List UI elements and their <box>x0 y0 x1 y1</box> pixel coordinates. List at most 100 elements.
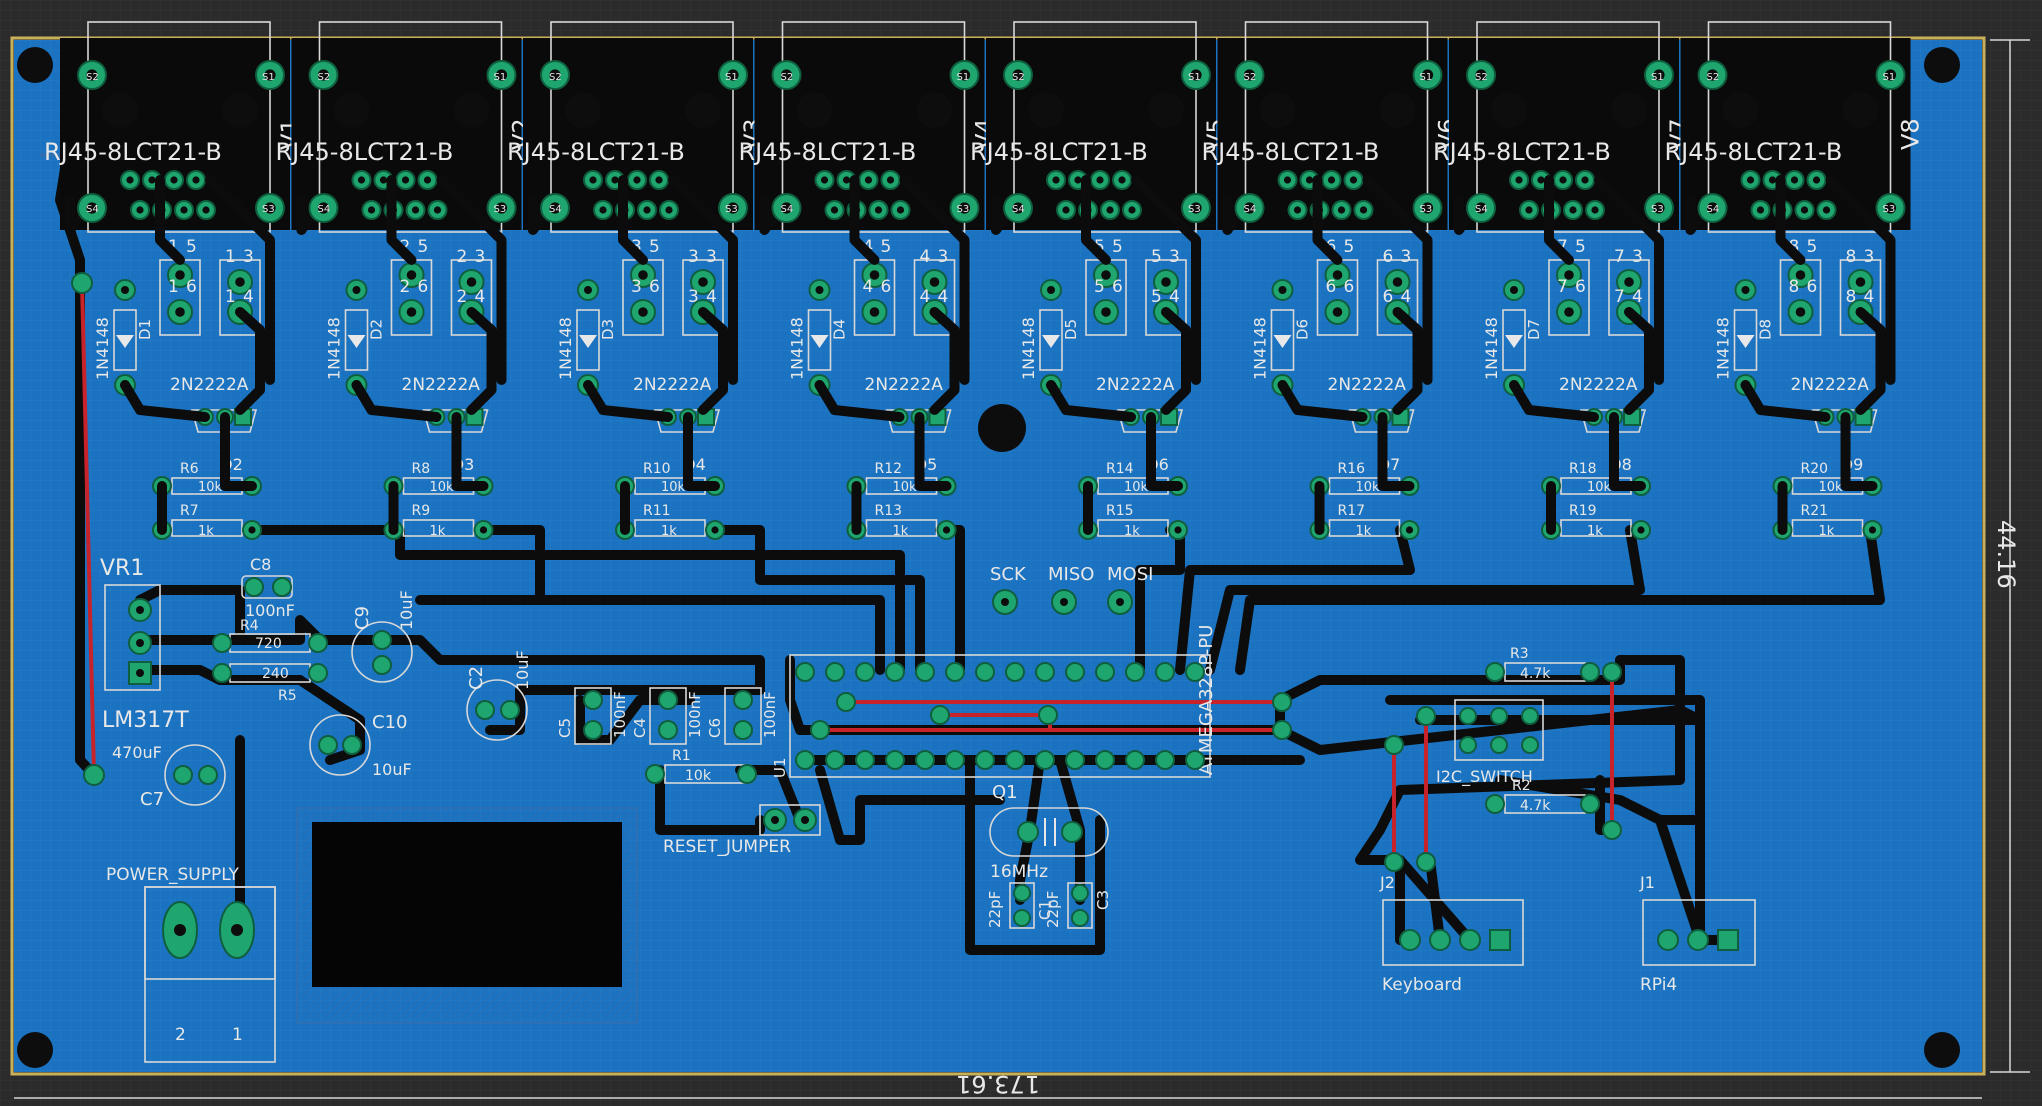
rj45-hole <box>102 92 138 128</box>
pad-number: 1 <box>225 247 236 267</box>
mcu-pin <box>1125 750 1145 770</box>
resistor-ref: R10 <box>643 461 671 477</box>
diode-type: 1N4148 <box>325 317 344 380</box>
pad-number: 2 <box>457 287 468 307</box>
diode-type: 1N4148 <box>1714 317 1733 380</box>
resistor-ref: R6 <box>180 461 199 477</box>
pad-number: 5 <box>649 237 660 257</box>
c10-value: 10uF <box>372 760 412 779</box>
diode-ref: D3 <box>599 319 617 340</box>
r1-value: 10k <box>685 768 712 784</box>
rj45-hole <box>1722 92 1759 128</box>
transistor-type: 2N2222A <box>402 375 481 395</box>
mcu-pin <box>1155 750 1175 770</box>
pad-number: 3 <box>475 247 486 267</box>
diode-ref: D1 <box>136 319 154 340</box>
transistor-type: 2N2222A <box>1096 375 1175 395</box>
pad-number: 5 <box>1575 237 1586 257</box>
mcu-pin <box>795 662 815 682</box>
mounting-hole-tr <box>1924 47 1960 83</box>
pad-label-s4: S4 <box>318 204 331 215</box>
resistor-ref: R20 <box>1801 461 1829 477</box>
pad-number: 2 <box>457 247 468 267</box>
c9-ref: C9 <box>352 606 373 630</box>
center-hole <box>978 404 1026 452</box>
resistor-ref: R21 <box>1801 503 1829 519</box>
mcu-pin <box>1005 750 1025 770</box>
rj45-hole <box>333 92 370 128</box>
c6-value: 100nF <box>761 691 779 738</box>
rj45-hole <box>685 92 721 128</box>
resistor-ref: R16 <box>1338 461 1366 477</box>
rj45-hole <box>1148 92 1184 128</box>
pad-label-s4: S4 <box>549 204 562 215</box>
j2-label: Keyboard <box>1382 975 1462 995</box>
resistor-value: 1k <box>1356 524 1372 539</box>
pad-number: 4 <box>243 287 254 307</box>
mcu-pin <box>825 662 845 682</box>
pad-number: 6 <box>1807 277 1818 297</box>
transistor-type: 2N2222A <box>633 375 712 395</box>
pad-label-s2: S2 <box>318 72 331 83</box>
pad-number: 4 <box>1401 287 1412 307</box>
resistor-ref: R7 <box>180 503 199 519</box>
crystal-value: 16MHz <box>990 862 1048 882</box>
mcu-pin <box>1155 662 1175 682</box>
pad-number: 1 <box>225 287 236 307</box>
c5-value: 100nF <box>611 691 629 738</box>
r4-ref: R4 <box>240 618 259 634</box>
rj45-label: RJ45-8LCT21-B <box>1433 138 1611 166</box>
r5-value: 240 <box>262 666 289 682</box>
mcu-ref: U1 <box>771 757 789 778</box>
resistor-ref: R14 <box>1106 461 1134 477</box>
pad-label-s1: S1 <box>1651 72 1664 83</box>
pad-number: 8 <box>1846 247 1857 267</box>
pad-number: 8 <box>1846 287 1857 307</box>
pcb-layout: 44.16 173.61 S2 S1S4 S3RJ45-8LCT21-BV11 … <box>0 0 2042 1106</box>
rj45-label: RJ45-8LCT21-B <box>507 138 685 166</box>
mcu-pin <box>1035 662 1055 682</box>
pad-label-s1: S1 <box>1883 72 1896 83</box>
c5-ref: C5 <box>556 718 574 738</box>
pad-label-s3: S3 <box>725 204 738 215</box>
reset-label: RESET_JUMPER <box>663 837 791 857</box>
rj45-label: RJ45-8LCT21-B <box>970 138 1148 166</box>
width-label: 173.61 <box>956 1070 1040 1098</box>
mcu-pin <box>1065 750 1085 770</box>
resistor-value: 1k <box>198 524 214 539</box>
diode-ref: D8 <box>1757 319 1775 340</box>
diode-type: 1N4148 <box>788 317 807 380</box>
pad-number: 2 <box>400 277 411 297</box>
pad-number: 5 <box>418 237 429 257</box>
mcu-pin <box>1095 662 1115 682</box>
c10-ref: C10 <box>372 712 407 733</box>
mcu-pin <box>975 662 995 682</box>
pad-number: 1 <box>168 277 179 297</box>
mcu-pin <box>885 662 905 682</box>
isp-miso-label: MISO <box>1048 564 1094 585</box>
diode-ref: D6 <box>1294 319 1312 340</box>
mcu-pin <box>915 750 935 770</box>
pad-label-s4: S4 <box>86 204 99 215</box>
diode-ref: D2 <box>368 319 386 340</box>
resistor-value: 10k <box>893 480 918 495</box>
pad-number: 4 <box>475 287 486 307</box>
pad-number: 5 <box>881 237 892 257</box>
resistor-ref: R8 <box>412 461 431 477</box>
resistor-value: 1k <box>430 524 446 539</box>
pad-label-s2: S2 <box>781 72 794 83</box>
pad-number: 5 <box>1094 277 1105 297</box>
vr1-ref: VR1 <box>100 556 144 581</box>
mcu-pin <box>945 750 965 770</box>
pad-number: 6 <box>1344 277 1355 297</box>
mounting-hole-bl <box>17 1032 53 1068</box>
pad-number: 5 <box>1344 237 1355 257</box>
r3-ref: R3 <box>1510 646 1529 662</box>
j2-ref: J2 <box>1379 873 1395 892</box>
mcu-pin <box>855 662 875 682</box>
mounting-hole-tl <box>17 47 53 83</box>
rj45-hole <box>222 92 258 128</box>
rj45-label: RJ45-8LCT21-B <box>1202 138 1380 166</box>
pad-label-s2: S2 <box>1012 72 1025 83</box>
pad-label-s2: S2 <box>1707 72 1720 83</box>
